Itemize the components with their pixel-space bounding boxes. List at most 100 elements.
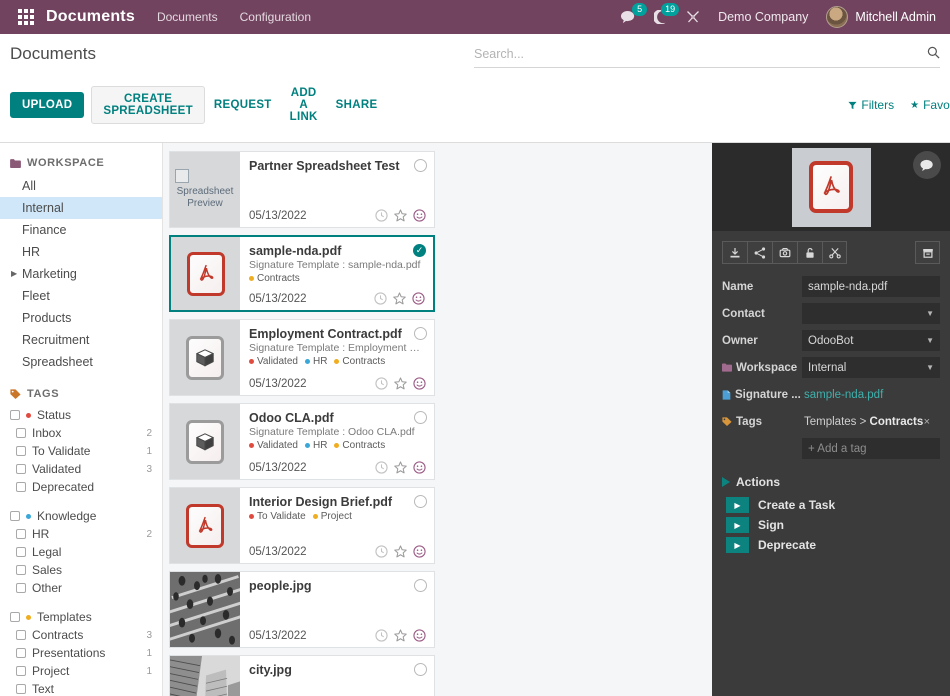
tag-checkbox[interactable]	[16, 684, 26, 694]
card-tag[interactable]: Validated	[249, 356, 298, 367]
workspace-item-spreadsheet[interactable]: Spreadsheet	[0, 351, 162, 373]
split-pdf-scissors-icon[interactable]	[822, 241, 847, 264]
document-card[interactable]: Interior Design Brief.pdf To Validate Proj…	[169, 487, 435, 564]
sidebar[interactable]: WORKSPACE All Internal Finance HR ▶ Marketing…	[0, 143, 163, 696]
share-button[interactable]: SHARE	[327, 93, 387, 117]
field-link-text[interactable]: sample-nda.pdf	[804, 389, 883, 401]
app-brand-title[interactable]: Documents	[46, 8, 135, 26]
create-spreadsheet-button[interactable]: CREATE SPREADSHEET	[91, 86, 205, 124]
tag-item-contracts[interactable]: Contracts 3	[0, 626, 162, 644]
clock-icon[interactable]	[375, 461, 388, 474]
card-thumbnail[interactable]	[170, 656, 240, 696]
tag-group-knowledge[interactable]: Knowledge	[0, 507, 162, 525]
tag-checkbox[interactable]	[16, 547, 26, 557]
favorites-dropdown[interactable]: ★ Favorites	[910, 98, 950, 112]
workspace-item-products[interactable]: Products	[0, 307, 162, 329]
tag-item-presentations[interactable]: Presentations 1	[0, 644, 162, 662]
clock-icon[interactable]	[375, 629, 388, 642]
smiley-status-icon[interactable]	[413, 629, 426, 642]
card-tag[interactable]: HR	[304, 356, 327, 367]
document-card[interactable]: Odoo CLA.pdf Signature Template : Odoo CL…	[169, 403, 435, 480]
clock-icon[interactable]	[374, 292, 387, 305]
document-card[interactable]: ✓ sample-nda.pdf Signature Template : samp…	[169, 235, 435, 312]
user-menu[interactable]: Mitchell Admin	[826, 6, 936, 28]
field-select-owner[interactable]: OdooBot ▼	[802, 330, 940, 351]
messages-icon[interactable]: 5	[621, 3, 648, 24]
replace-icon[interactable]	[772, 241, 797, 264]
workspace-item-all[interactable]: All	[0, 175, 162, 197]
tag-checkbox[interactable]	[16, 446, 26, 456]
workspace-item-hr[interactable]: HR	[0, 241, 162, 263]
tag-item-hr[interactable]: HR 2	[0, 525, 162, 543]
chevron-down-icon[interactable]: ▼	[926, 336, 934, 345]
upload-button[interactable]: UPLOAD	[10, 92, 85, 118]
tag-item-deprecated[interactable]: Deprecated	[0, 478, 162, 496]
tag-checkbox[interactable]	[16, 464, 26, 474]
tag-item-other[interactable]: Other	[0, 579, 162, 597]
share-icon[interactable]	[747, 241, 772, 264]
tag-checkbox[interactable]	[16, 648, 26, 658]
card-thumbnail[interactable]	[170, 404, 240, 479]
document-card[interactable]: city.jpg05/13/2022	[169, 655, 435, 696]
card-tag[interactable]: Contracts	[334, 440, 385, 451]
tag-item-project[interactable]: Project 1	[0, 662, 162, 680]
download-icon[interactable]	[722, 241, 747, 264]
chevron-down-icon[interactable]: ▼	[926, 309, 934, 318]
smiley-status-icon[interactable]	[413, 209, 426, 222]
tag-checkbox[interactable]	[16, 630, 26, 640]
search-bar[interactable]	[474, 46, 940, 68]
remove-tag-icon[interactable]: ×	[924, 416, 934, 428]
workspace-item-marketing[interactable]: ▶ Marketing	[0, 263, 162, 285]
star-icon[interactable]	[394, 629, 407, 642]
tag-item-sales[interactable]: Sales	[0, 561, 162, 579]
card-select-checkbox[interactable]	[414, 327, 427, 340]
tag-checkbox[interactable]	[10, 511, 20, 521]
card-tag[interactable]: Project	[312, 511, 352, 522]
chevron-down-icon[interactable]: ▼	[926, 363, 934, 372]
action-deprecate[interactable]: ▶ Deprecate	[712, 535, 950, 555]
nav-menu-configuration[interactable]: Configuration	[240, 10, 311, 24]
card-select-checkbox[interactable]	[414, 663, 427, 676]
card-thumbnail[interactable]	[171, 237, 240, 310]
card-thumbnail[interactable]	[170, 572, 240, 647]
preview-thumbnail[interactable]: 	[791, 147, 871, 227]
lock-icon[interactable]	[797, 241, 822, 264]
tag-checkbox[interactable]	[16, 529, 26, 539]
smiley-status-icon[interactable]	[413, 545, 426, 558]
star-icon[interactable]	[393, 292, 406, 305]
card-tag[interactable]: HR	[304, 440, 327, 451]
field-select-workspace[interactable]: Internal ▼	[802, 357, 940, 378]
filters-dropdown[interactable]: Filters	[848, 98, 894, 112]
clock-icon[interactable]	[375, 209, 388, 222]
tag-checkbox[interactable]	[16, 482, 26, 492]
card-select-checkbox[interactable]	[414, 411, 427, 424]
search-input[interactable]	[474, 47, 927, 61]
star-icon[interactable]	[394, 377, 407, 390]
tag-item-text[interactable]: Text	[0, 680, 162, 696]
company-switcher[interactable]: Demo Company	[718, 10, 808, 24]
action-create-a-task[interactable]: ▶ Create a Task	[712, 495, 950, 515]
tag-checkbox[interactable]	[10, 410, 20, 420]
tag-group-templates[interactable]: Templates	[0, 608, 162, 626]
card-select-checkbox[interactable]	[414, 495, 427, 508]
workspace-item-internal[interactable]: Internal	[0, 197, 162, 219]
activities-icon[interactable]: 19	[654, 3, 680, 24]
card-thumbnail[interactable]	[170, 488, 240, 563]
star-icon[interactable]	[394, 461, 407, 474]
request-button[interactable]: REQUEST	[205, 93, 281, 117]
card-select-checkbox[interactable]: ✓	[413, 244, 426, 257]
smiley-status-icon[interactable]	[412, 292, 425, 305]
search-icon[interactable]	[927, 46, 940, 62]
tags-value[interactable]: Templates > Contracts ×	[802, 411, 940, 432]
smiley-status-icon[interactable]	[413, 461, 426, 474]
workspace-item-finance[interactable]: Finance	[0, 219, 162, 241]
tag-checkbox[interactable]	[16, 666, 26, 676]
tag-checkbox[interactable]	[16, 583, 26, 593]
tag-checkbox[interactable]	[16, 565, 26, 575]
archive-box-icon[interactable]	[915, 241, 940, 264]
star-icon[interactable]	[394, 209, 407, 222]
document-card[interactable]: people.jpg 05/13/2022	[169, 571, 435, 648]
field-value-signature[interactable]: sample-nda.pdf	[802, 384, 940, 405]
nav-menu-documents[interactable]: Documents	[157, 10, 218, 24]
wrench-icon[interactable]	[686, 10, 700, 24]
